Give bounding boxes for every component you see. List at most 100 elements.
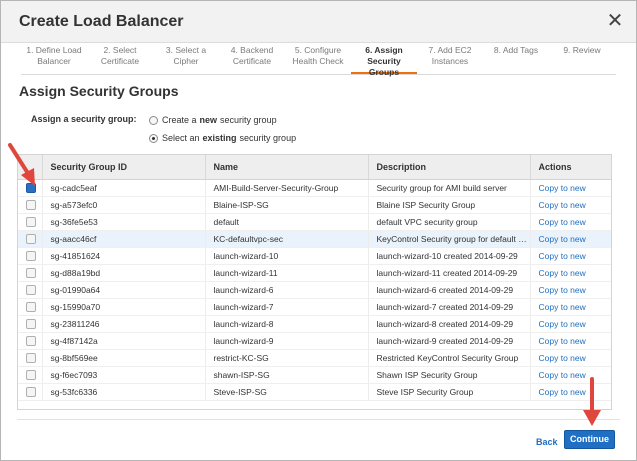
row-select-cell (18, 349, 43, 367)
wizard-step-4[interactable]: 4. Backend Certificate (219, 43, 285, 74)
assign-security-group-label: Assign a security group: (31, 114, 137, 124)
table-row[interactable]: sg-cadc5eaf AMI-Build-Server-Security-Gro… (18, 179, 611, 197)
cell-actions: Copy to new (530, 298, 611, 316)
cell-name: Steve-ISP-SG (205, 383, 369, 401)
table-row[interactable]: sg-41851624 launch-wizard-10 launch-wizard… (18, 247, 611, 265)
wizard-step-9[interactable]: 9. Review (549, 43, 615, 74)
row-checkbox[interactable] (26, 369, 36, 380)
row-checkbox[interactable] (26, 335, 36, 346)
back-button[interactable]: Back (536, 437, 558, 447)
table-row[interactable]: sg-8bf569ee restrict-KC-SG Restricted KeyC… (18, 349, 611, 367)
cell-name: launch-wizard-11 (205, 264, 369, 282)
cell-actions: Copy to new (530, 281, 611, 299)
copy-to-new-link[interactable]: Copy to new (539, 217, 586, 227)
copy-to-new-link[interactable]: Copy to new (539, 200, 586, 210)
row-checkbox[interactable] (26, 386, 36, 397)
row-select-cell (18, 196, 43, 214)
cell-name: launch-wizard-6 (205, 281, 369, 299)
copy-to-new-link[interactable]: Copy to new (539, 353, 586, 363)
table-row[interactable]: sg-4f87142a launch-wizard-9 launch-wizard-… (18, 332, 611, 350)
cell-security-group-id: sg-23811246 (42, 315, 206, 333)
wizard-step-8[interactable]: 8. Add Tags (483, 43, 549, 74)
cell-actions: Copy to new (530, 264, 611, 282)
table-row[interactable]: sg-53fc6336 Steve-ISP-SG Steve ISP Securit… (18, 383, 611, 401)
create-new-sg-option[interactable]: Create a new security group (149, 113, 277, 127)
option-existing-text-bold: existing (202, 133, 237, 143)
table-row[interactable]: sg-15990a70 launch-wizard-7 launch-wizard-… (18, 298, 611, 316)
wizard-step-2[interactable]: 2. Select Certificate (87, 43, 153, 74)
cell-name: AMI-Build-Server-Security-Group (205, 179, 369, 197)
table-header-row: Security Group ID Name Description Actio… (18, 155, 611, 180)
cell-security-group-id: sg-a573efc0 (42, 196, 206, 214)
select-existing-sg-option[interactable]: Select an existing security group (149, 131, 296, 145)
create-load-balancer-dialog: Create Load Balancer ✕ 1. Define Load Ba… (0, 0, 637, 461)
row-checkbox[interactable] (26, 182, 36, 193)
copy-to-new-link[interactable]: Copy to new (539, 183, 586, 193)
header-description[interactable]: Description (368, 155, 531, 180)
cell-actions: Copy to new (530, 315, 611, 333)
copy-to-new-link[interactable]: Copy to new (539, 319, 586, 329)
row-select-cell (18, 264, 43, 282)
row-checkbox[interactable] (26, 199, 36, 210)
wizard-step-5[interactable]: 5. Configure Health Check (285, 43, 351, 74)
row-checkbox[interactable] (26, 267, 36, 278)
table-row[interactable]: sg-23811246 launch-wizard-8 launch-wizard-… (18, 315, 611, 333)
cell-security-group-id: sg-01990a64 (42, 281, 206, 299)
cell-description: KeyControl Security group for default vp… (368, 230, 531, 248)
cell-name: default (205, 213, 369, 231)
wizard-step-1[interactable]: 1. Define Load Balancer (21, 43, 87, 74)
row-checkbox[interactable] (26, 318, 36, 329)
close-icon[interactable]: ✕ (606, 11, 624, 31)
row-select-cell (18, 298, 43, 316)
radio-button-icon[interactable] (149, 133, 158, 143)
cell-description: launch-wizard-11 created 2014-09-29 (368, 264, 531, 282)
cell-actions: Copy to new (530, 383, 611, 401)
radio-button-icon[interactable] (149, 115, 158, 125)
cell-security-group-id: sg-15990a70 (42, 298, 206, 316)
copy-to-new-link[interactable]: Copy to new (539, 336, 586, 346)
copy-to-new-link[interactable]: Copy to new (539, 387, 586, 397)
copy-to-new-link[interactable]: Copy to new (539, 251, 586, 261)
row-checkbox[interactable] (26, 284, 36, 295)
cell-name: Blaine-ISP-SG (205, 196, 369, 214)
cell-description: Blaine ISP Security Group (368, 196, 531, 214)
continue-button[interactable]: Continue (564, 430, 615, 449)
option-existing-text-pre: Select an (162, 133, 200, 143)
wizard-step-6[interactable]: 6. Assign Security Groups (351, 43, 417, 77)
option-new-text-post: security group (220, 115, 277, 125)
cell-name: restrict-KC-SG (205, 349, 369, 367)
cell-name: launch-wizard-9 (205, 332, 369, 350)
copy-to-new-link[interactable]: Copy to new (539, 268, 586, 278)
header-security-group-id[interactable]: Security Group ID (42, 155, 206, 180)
copy-to-new-link[interactable]: Copy to new (539, 370, 586, 380)
row-select-cell (18, 281, 43, 299)
table-row[interactable]: sg-f6ec7093 shawn-ISP-SG Shawn ISP Securit… (18, 366, 611, 384)
row-checkbox[interactable] (26, 250, 36, 261)
copy-to-new-link[interactable]: Copy to new (539, 285, 586, 295)
cell-description: launch-wizard-9 created 2014-09-29 (368, 332, 531, 350)
row-checkbox[interactable] (26, 352, 36, 363)
table-row[interactable]: sg-a573efc0 Blaine-ISP-SG Blaine ISP Secur… (18, 196, 611, 214)
header-actions: Actions (530, 155, 611, 180)
wizard-step-7[interactable]: 7. Add EC2 Instances (417, 43, 483, 74)
cell-description: launch-wizard-6 created 2014-09-29 (368, 281, 531, 299)
row-select-cell (18, 179, 43, 197)
row-checkbox[interactable] (26, 233, 36, 244)
row-checkbox[interactable] (26, 301, 36, 312)
wizard-step-3[interactable]: 3. Select a Cipher (153, 43, 219, 74)
security-groups-table: Security Group ID Name Description Actio… (17, 154, 612, 410)
header-name[interactable]: Name (205, 155, 369, 180)
table-row[interactable]: sg-d88a19bd launch-wizard-11 launch-wizard… (18, 264, 611, 282)
cell-security-group-id: sg-aacc46cf (42, 230, 206, 248)
option-new-text-bold: new (199, 115, 218, 125)
footer-divider (17, 419, 620, 420)
copy-to-new-link[interactable]: Copy to new (539, 234, 586, 244)
cell-name: KC-defaultvpc-sec (205, 230, 369, 248)
table-row[interactable]: sg-36fe5e53 default default VPC security g… (18, 213, 611, 231)
row-checkbox[interactable] (26, 216, 36, 227)
cell-actions: Copy to new (530, 196, 611, 214)
table-row[interactable]: sg-01990a64 launch-wizard-6 launch-wizard-… (18, 281, 611, 299)
table-row[interactable]: sg-aacc46cf KC-defaultvpc-sec KeyControl S… (18, 230, 611, 248)
row-select-cell (18, 315, 43, 333)
copy-to-new-link[interactable]: Copy to new (539, 302, 586, 312)
